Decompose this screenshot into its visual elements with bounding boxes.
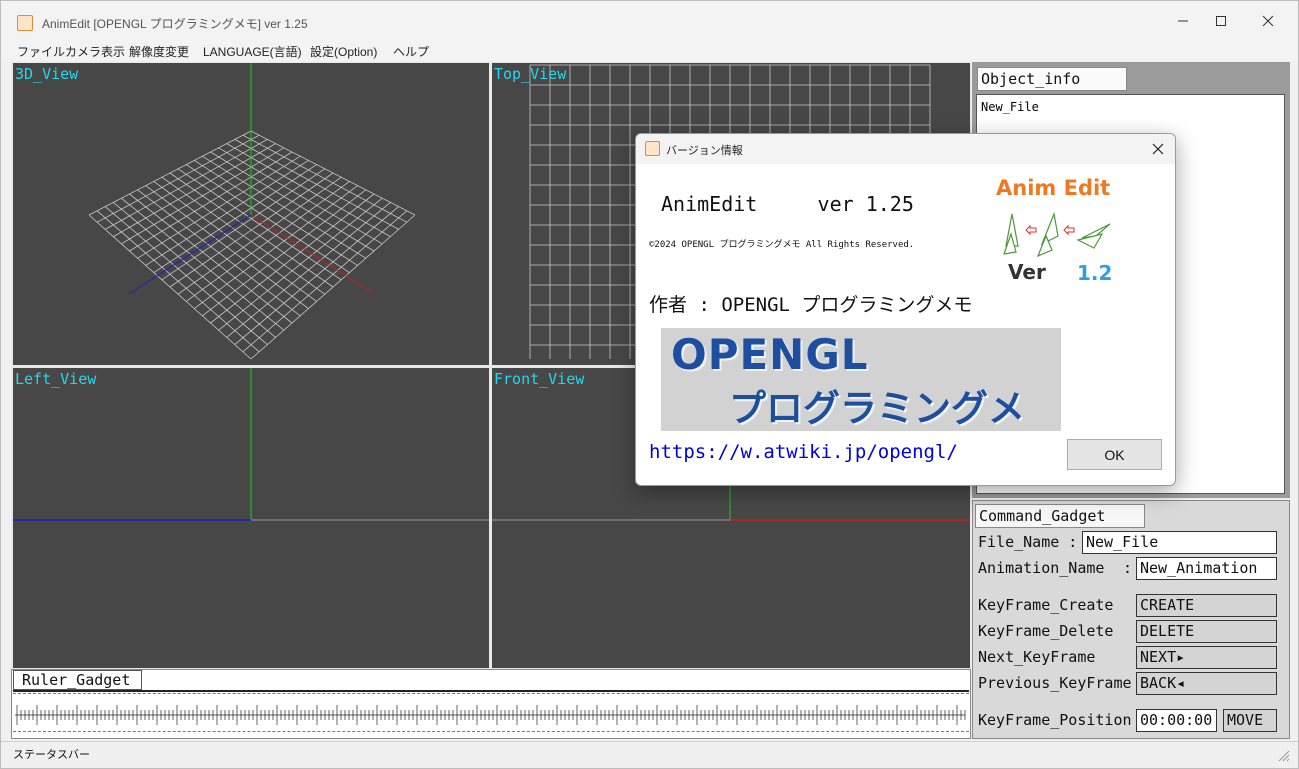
viewport-left[interactable]: Left_View [13, 368, 489, 668]
dialog-app-version: AnimEdit ver 1.25 [661, 192, 914, 216]
viewport-3d[interactable]: 3D_View [13, 63, 489, 365]
dialog-title: バージョン情報 [666, 145, 743, 157]
close-window-button[interactable] [1245, 1, 1291, 41]
grid-3d [88, 63, 416, 360]
keyframe-delete-label: KeyFrame_Delete [978, 622, 1114, 640]
window-title: AnimEdit [OPENGL プログラミングメモ] ver 1.25 [42, 17, 308, 31]
app-icon [17, 15, 33, 31]
dialog-url-link[interactable]: https://w.atwiki.jp/opengl/ [649, 441, 958, 463]
logo-title: Anim Edit [996, 176, 1111, 200]
title-bar[interactable]: AnimEdit [OPENGL プログラミングメモ] ver 1.25 [1, 1, 1298, 41]
app-icon [645, 141, 660, 156]
keyframe-position-label: KeyFrame_Position [978, 711, 1132, 729]
keyframe-position-field[interactable]: 00:00:00 [1136, 709, 1217, 732]
dialog-author: 作者 : OPENGL プログラミングメモ [649, 294, 973, 316]
menu-language[interactable]: LANGUAGE(言語) [203, 43, 302, 60]
next-keyframe-button[interactable]: NEXT▸ [1136, 646, 1277, 669]
ruler-top-border [13, 690, 969, 692]
menu-resolution[interactable]: 解像度変更 [129, 43, 189, 60]
minimize-icon [1178, 20, 1188, 22]
menu-help[interactable]: ヘルプ [393, 43, 429, 60]
file-name-label: File_Name : [978, 533, 1078, 551]
about-dialog: バージョン情報 AnimEdit ver 1.25 ©2024 OPENGL プ… [635, 133, 1176, 486]
object-info-tab[interactable]: Object_info [977, 67, 1127, 91]
ruler-tab[interactable]: Ruler_Gadget [13, 670, 142, 690]
opengl-banner: OPENGL プログラミングメモ [661, 328, 1061, 431]
keyframe-delete-button[interactable]: DELETE [1136, 620, 1277, 643]
keyframe-create-label: KeyFrame_Create [978, 596, 1114, 614]
menu-camera[interactable]: カメラ表示 [65, 43, 125, 60]
resize-grip-icon[interactable] [1276, 748, 1290, 762]
status-text: ステータスバー [13, 749, 90, 761]
close-icon [1152, 143, 1164, 155]
view-label-3d: 3D_View [15, 65, 79, 83]
view-label-left: Left_View [15, 370, 97, 388]
menu-file[interactable]: ファイル [17, 43, 65, 60]
menu-bar: ファイル カメラ表示 解像度変更 LANGUAGE(言語) 設定(Option)… [1, 41, 1298, 61]
logo-ver: Ver [1008, 260, 1046, 284]
logo-arrows-icon [1003, 211, 1111, 258]
animation-name-field[interactable]: New_Animation [1136, 557, 1277, 580]
next-keyframe-label: Next_KeyFrame [978, 648, 1096, 666]
object-list-item[interactable]: New_File [981, 100, 1039, 114]
axes-left [13, 368, 489, 521]
grid-line [242, 210, 408, 353]
grid-line [242, 134, 407, 223]
banner-line-2: プログラミングメモ [729, 387, 1025, 430]
move-button[interactable]: MOVE [1223, 709, 1277, 732]
status-bar: ステータスバー [1, 741, 1298, 768]
maximize-button[interactable] [1198, 1, 1244, 41]
dialog-copyright: ©2024 OPENGL プログラミングメモ All Rights Reserv… [649, 240, 915, 250]
logo-version-number: 1.2 [1077, 261, 1113, 285]
previous-keyframe-label: Previous_KeyFrame [978, 674, 1132, 692]
maximize-icon [1216, 16, 1226, 26]
previous-keyframe-button[interactable]: BACK◂ [1136, 672, 1277, 695]
file-name-field[interactable]: New_File [1082, 531, 1277, 554]
banner-line-1: OPENGL [671, 330, 869, 379]
grid-line [250, 214, 416, 360]
ruler-dash-line [13, 693, 969, 696]
anim-edit-logo: Anim Edit Ver 1.2 [988, 170, 1138, 290]
dialog-title-bar[interactable]: バージョン情報 [636, 134, 1175, 164]
keyframe-create-button[interactable]: CREATE [1136, 594, 1277, 617]
close-icon [1262, 15, 1274, 27]
dialog-ok-button[interactable]: OK [1067, 439, 1162, 470]
command-gadget-tab[interactable]: Command_Gadget [975, 504, 1145, 528]
menu-settings[interactable]: 設定(Option) [310, 43, 377, 60]
dialog-close-button[interactable] [1145, 136, 1171, 162]
animation-name-label: Animation_Name [978, 559, 1105, 577]
animation-name-colon: : [1123, 559, 1133, 577]
ruler-scale[interactable] [15, 701, 967, 729]
ruler-dash-line-bottom [13, 731, 969, 734]
view-label-top: Top_View [494, 65, 567, 83]
view-label-front: Front_View [494, 370, 585, 388]
